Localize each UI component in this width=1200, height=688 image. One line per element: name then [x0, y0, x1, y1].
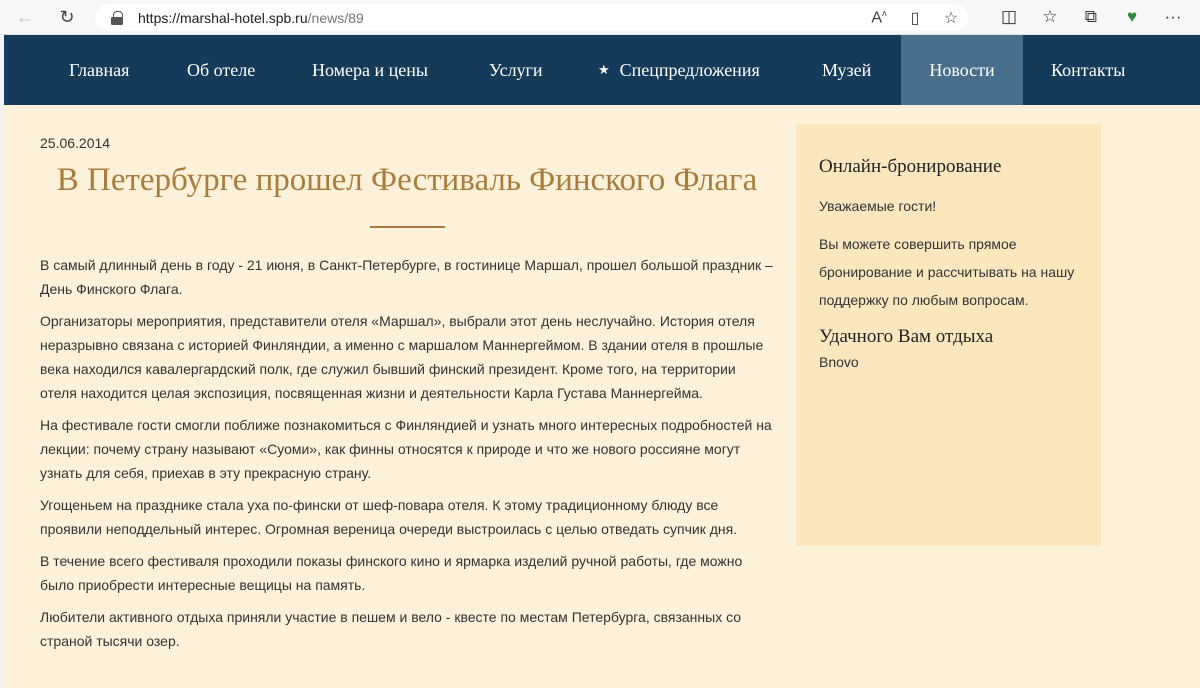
url-host: https://marshal-hotel.spb.ru: [138, 9, 308, 26]
browser-toolbar: ← ↻ https://marshal-hotel.spb.ru/news/89…: [0, 0, 1200, 35]
title-divider: [369, 226, 445, 228]
split-screen-icon[interactable]: ◫: [1000, 7, 1018, 27]
booking-provider: Bnovo: [819, 354, 859, 370]
back-arrow-icon[interactable]: ←: [11, 4, 39, 30]
nav-item-services[interactable]: Услуги: [489, 35, 543, 105]
booking-sidebar: Онлайн-бронирование Уважаемые гости! Вы …: [796, 124, 1101, 546]
article-paragraph: Любители активного отдыха приняли участи…: [40, 609, 742, 649]
booking-greeting: Уважаемые гости!: [819, 198, 937, 214]
website: Главная Об отеле Номера и цены Услуги ★ С…: [4, 35, 1200, 688]
article-title: В Петербурге прошел Фестиваль Финского Ф…: [56, 162, 758, 198]
performance-icon[interactable]: ♥: [1123, 7, 1141, 27]
article-paragraph: Угощеньем на празднике стала уха по-финс…: [40, 497, 738, 537]
article: 25.06.2014 В Петербурге прошел Фестиваль…: [40, 135, 774, 661]
favorite-star-icon[interactable]: ☆: [942, 8, 960, 28]
article-paragraph: В течение всего фестиваля проходили пока…: [40, 553, 743, 593]
nav-item-news[interactable]: Новости: [901, 35, 1023, 105]
immersive-reader-icon[interactable]: ▯: [906, 8, 924, 28]
star-icon: ★: [598, 62, 610, 77]
collections-icon[interactable]: ⧉: [1082, 7, 1100, 27]
nav-item-museum[interactable]: Музей: [822, 35, 871, 105]
booking-heading: Онлайн-бронирование: [819, 156, 1002, 177]
url-path: /news/89: [307, 9, 364, 26]
article-body: В самый длинный день в году - 21 июня, в…: [40, 253, 774, 653]
favorites-icon[interactable]: ☆: [1041, 7, 1059, 27]
article-paragraph: Организаторы мероприятия, представители …: [40, 313, 764, 401]
article-date: 25.06.2014: [40, 135, 111, 151]
nav-item-contacts[interactable]: Контакты: [1051, 35, 1125, 105]
reload-icon[interactable]: ↻: [53, 4, 81, 30]
nav-item-home[interactable]: Главная: [69, 35, 129, 105]
address-bar-icons: Aʌ ▯ ☆: [870, 4, 960, 31]
lock-icon[interactable]: [111, 10, 123, 25]
booking-text: Вы можете совершить прямое бронирование …: [819, 236, 1075, 308]
nav-item-special-offers-label: Спецпредложения: [619, 60, 760, 80]
nav-item-special-offers[interactable]: ★ Спецпредложения: [598, 35, 760, 105]
nav-item-rooms[interactable]: Номера и цены: [312, 35, 428, 105]
article-paragraph: В самый длинный день в году - 21 июня, в…: [40, 257, 773, 297]
main-nav: Главная Об отеле Номера и цены Услуги ★ С…: [4, 35, 1200, 105]
address-bar[interactable]: https://marshal-hotel.spb.ru/news/89 Aʌ …: [95, 4, 968, 31]
article-paragraph: На фестивале гости смогли поближе познак…: [40, 417, 772, 481]
booking-heading-2: Удачного Вам отдыха: [819, 326, 994, 347]
more-icon[interactable]: ···: [1164, 7, 1182, 27]
nav-item-about[interactable]: Об отеле: [187, 35, 255, 105]
browser-toolbar-icons: ◫ ☆ ⧉ ♥ ···: [1000, 4, 1182, 30]
read-aloud-icon[interactable]: Aʌ: [870, 8, 888, 27]
